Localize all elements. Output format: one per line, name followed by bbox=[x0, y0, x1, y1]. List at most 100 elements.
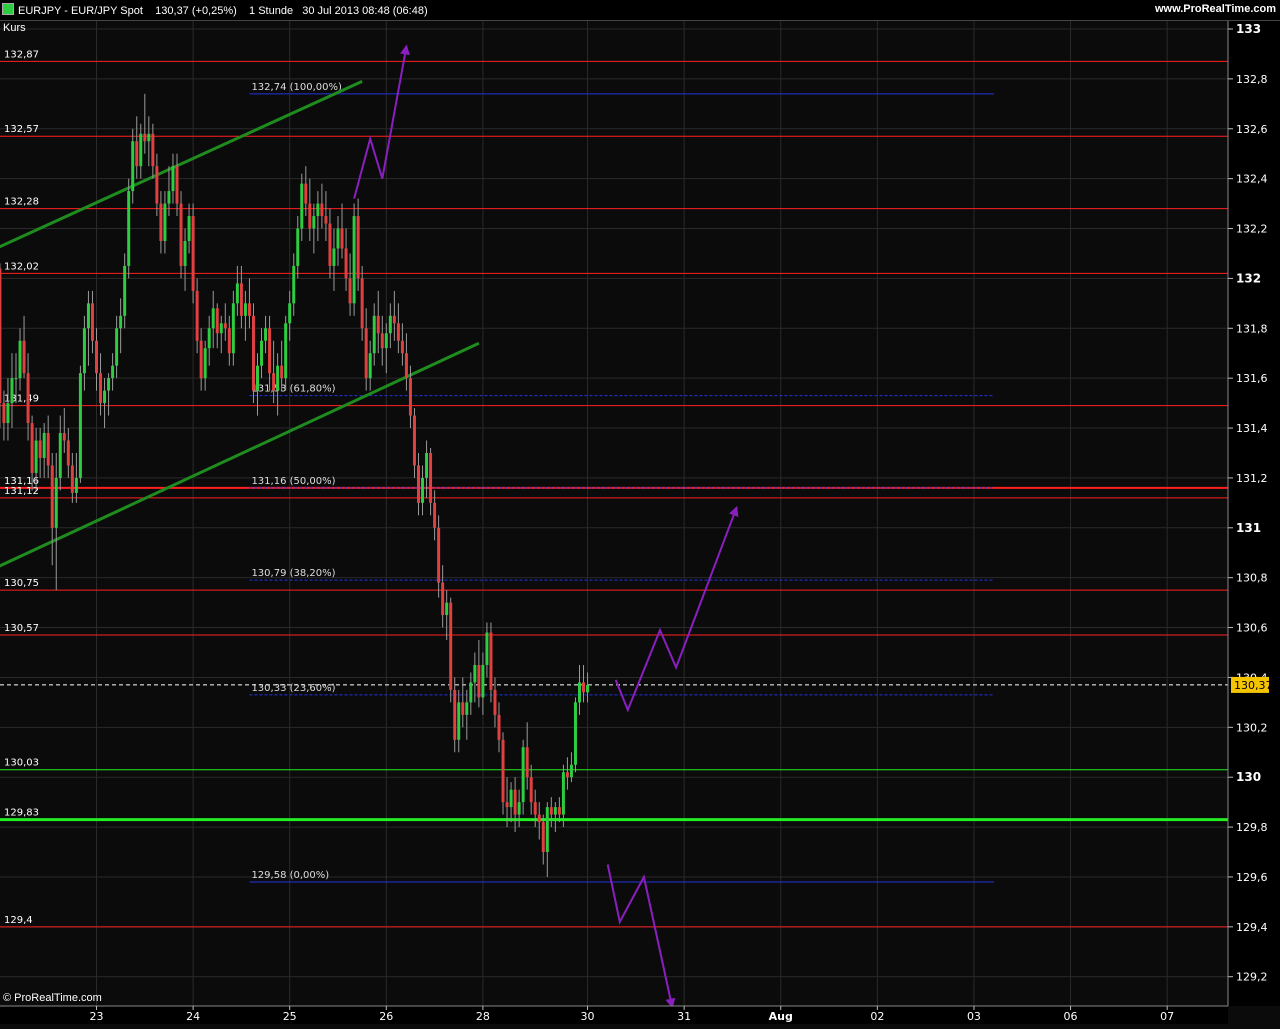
candle-body bbox=[42, 433, 46, 458]
level-label: 132,28 bbox=[4, 197, 39, 208]
price-tick-label: 132,6 bbox=[1236, 123, 1268, 136]
candle-body bbox=[449, 602, 453, 690]
candle-body bbox=[219, 323, 223, 334]
price-tick-label: 129,6 bbox=[1236, 871, 1268, 884]
time-tick-label: 28 bbox=[476, 1010, 490, 1023]
candle-body bbox=[296, 228, 300, 266]
candle-body bbox=[417, 465, 420, 503]
candle-body bbox=[404, 353, 408, 379]
candle-body bbox=[223, 323, 227, 329]
candle-body bbox=[199, 340, 203, 379]
candle-body bbox=[352, 216, 356, 304]
candle-body bbox=[50, 465, 54, 528]
candle-body bbox=[99, 373, 103, 404]
candle-body bbox=[316, 203, 320, 217]
candle-body bbox=[115, 328, 119, 366]
candle-body bbox=[231, 303, 235, 354]
candle-body bbox=[14, 378, 18, 380]
candle-body bbox=[18, 340, 22, 379]
price-tick-label: 131,8 bbox=[1236, 322, 1268, 335]
candle-body bbox=[437, 527, 441, 583]
time-tick-label: 23 bbox=[90, 1010, 104, 1023]
candle-body bbox=[529, 777, 533, 803]
candle-body bbox=[227, 328, 231, 354]
candle-body bbox=[380, 333, 384, 349]
site-link[interactable]: www.ProRealTime.com bbox=[1155, 3, 1276, 15]
level-label: 131,49 bbox=[4, 394, 39, 405]
candle-body bbox=[573, 702, 577, 765]
candle-body bbox=[46, 433, 50, 466]
candle-body bbox=[489, 632, 493, 690]
candle-body bbox=[74, 477, 78, 493]
candle-body bbox=[549, 807, 553, 815]
candle-body bbox=[187, 216, 191, 241]
candle-body bbox=[505, 802, 509, 808]
candle-body bbox=[412, 415, 416, 466]
price-tick-label: 129,8 bbox=[1236, 821, 1268, 834]
candle-body bbox=[119, 315, 123, 329]
candle-body bbox=[127, 191, 131, 266]
candle-body bbox=[292, 265, 296, 304]
candle-body bbox=[304, 183, 308, 204]
candle-body bbox=[561, 772, 565, 815]
header-info: EURJPY - EUR/JPY Spot 130,37 (+0,25%) 1 … bbox=[2, 3, 428, 17]
copyright-credit: © ProRealTime.com bbox=[3, 992, 102, 1004]
candle-body bbox=[388, 315, 392, 334]
candle-body bbox=[400, 340, 404, 354]
level-label: 132,57 bbox=[4, 124, 39, 135]
candle-body bbox=[324, 216, 328, 224]
candle-body bbox=[553, 807, 557, 815]
candle-body bbox=[396, 323, 400, 341]
candle-body bbox=[525, 747, 529, 778]
datetime: 30 Jul 2013 08:48 (06:48) bbox=[302, 5, 428, 17]
level-label: 131,12 bbox=[4, 486, 39, 497]
candle-body bbox=[107, 378, 111, 391]
fib-label: 130,33 (23,60%) bbox=[251, 683, 335, 694]
candle-body bbox=[288, 303, 292, 324]
fib-label: 130,79 (38,20%) bbox=[251, 568, 335, 579]
candle-body bbox=[477, 664, 481, 698]
last-price-label: 130,37 bbox=[1234, 679, 1273, 692]
candle-body bbox=[425, 452, 429, 478]
candle-body bbox=[332, 248, 336, 266]
price-tick-label: 130 bbox=[1236, 770, 1261, 784]
time-tick-label: 07 bbox=[1160, 1010, 1174, 1023]
candle-body bbox=[433, 502, 437, 528]
time-tick-label: 06 bbox=[1064, 1010, 1078, 1023]
candle-body bbox=[421, 477, 425, 503]
time-tick-label: 03 bbox=[967, 1010, 981, 1023]
candle-body bbox=[179, 203, 183, 266]
candle-body bbox=[86, 303, 90, 329]
candle-body bbox=[268, 328, 272, 374]
price-tick-label: 131 bbox=[1236, 521, 1261, 535]
candle-body bbox=[280, 365, 284, 379]
candle-body bbox=[103, 390, 107, 404]
candle-body bbox=[78, 373, 82, 478]
time-tick-label: 24 bbox=[186, 1010, 200, 1023]
price-tick-label: 131,6 bbox=[1236, 372, 1268, 385]
price-chart[interactable]: 132,87 132,57 132,28 132,02 131,49 131,16 131,… bbox=[0, 0, 1280, 1024]
candle-body bbox=[135, 141, 139, 167]
candle-body bbox=[565, 772, 569, 778]
candle-body bbox=[356, 216, 360, 279]
candle-body bbox=[264, 328, 268, 341]
candle-body bbox=[537, 814, 541, 823]
candle-body bbox=[312, 216, 316, 229]
candle-body bbox=[308, 203, 312, 229]
time-tick-label: 30 bbox=[581, 1010, 595, 1023]
chart-canvas[interactable]: 132,87132,57132,28132,02131,49131,16131,… bbox=[0, 0, 1280, 1024]
candle-body bbox=[183, 240, 187, 266]
candle-body bbox=[235, 283, 239, 304]
candle-body bbox=[469, 682, 473, 703]
price-tick-label: 130,6 bbox=[1236, 622, 1268, 635]
candle-body bbox=[533, 802, 537, 815]
candle-body bbox=[147, 133, 151, 142]
candle-body bbox=[360, 278, 364, 329]
candle-body bbox=[34, 440, 38, 473]
candle-body bbox=[211, 308, 215, 329]
candle-body bbox=[517, 802, 521, 815]
candle-body bbox=[175, 166, 179, 204]
price-tick-label: 131,4 bbox=[1236, 422, 1268, 435]
price-tick-label: 130,8 bbox=[1236, 572, 1268, 585]
time-tick-label: 25 bbox=[283, 1010, 297, 1023]
